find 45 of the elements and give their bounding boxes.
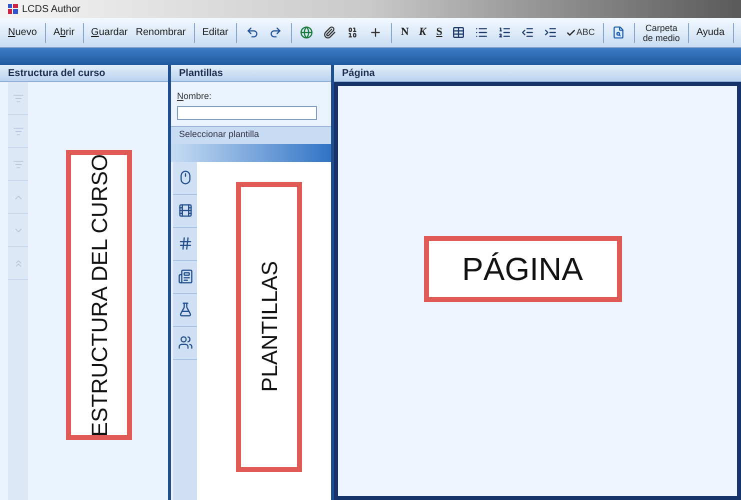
app-logo-icon <box>8 4 18 14</box>
check-icon <box>566 28 576 38</box>
annotation-label: PLANTILLAS <box>236 182 302 472</box>
top-icon <box>12 258 24 268</box>
globe-icon <box>300 26 314 39</box>
redo-icon <box>268 26 282 39</box>
annotation-label: PÁGINA <box>424 236 622 302</box>
toolbar-button[interactable]: Renombrar <box>132 22 190 44</box>
filter-icon <box>12 92 24 104</box>
panel-header: Plantillas <box>171 65 331 82</box>
format-button[interactable]: S <box>431 22 448 44</box>
outdent-icon <box>521 26 534 39</box>
plus-icon <box>369 26 382 39</box>
bullet-list-icon <box>475 26 488 39</box>
media-folder-button[interactable]: Carpeta de medio <box>638 22 684 42</box>
toolbar-button[interactable]: Abrir <box>49 22 79 44</box>
binary-icon <box>346 26 360 39</box>
spellcheck-button[interactable]: ABC <box>562 22 599 44</box>
grid-icon <box>178 236 192 251</box>
filter-icon <box>12 126 24 136</box>
preview-icon <box>612 26 626 39</box>
indent-icon <box>544 26 558 39</box>
toolbar-button[interactable]: Nuevo <box>4 22 41 44</box>
numbered-list-icon <box>498 26 512 39</box>
toolbar-button[interactable]: Editar <box>198 22 232 44</box>
mouse-icon <box>178 170 192 185</box>
toolbar-button[interactable]: Guardar <box>87 22 132 44</box>
undo-icon <box>246 26 259 39</box>
table-icon <box>452 26 466 39</box>
window-title: LCDS Author <box>22 2 80 16</box>
format-button[interactable]: K <box>414 22 432 44</box>
flask-icon <box>178 302 192 317</box>
annotation-label: ESTRUCTURA DEL CURSO <box>66 150 132 440</box>
name-field[interactable] <box>177 106 317 120</box>
people-icon <box>178 335 192 350</box>
section-header: Seleccionar plantilla <box>171 126 331 144</box>
toolbar-button[interactable]: Ayuda <box>692 22 729 44</box>
film-icon <box>178 203 192 218</box>
name-label: Nombre: <box>177 90 213 103</box>
card-icon <box>178 269 192 284</box>
filter-icon <box>12 158 24 170</box>
panel-header: Estructura del curso <box>0 65 168 82</box>
format-button[interactable]: N <box>396 22 414 44</box>
panel-header: Página <box>334 65 741 82</box>
paperclip-icon <box>323 26 336 39</box>
